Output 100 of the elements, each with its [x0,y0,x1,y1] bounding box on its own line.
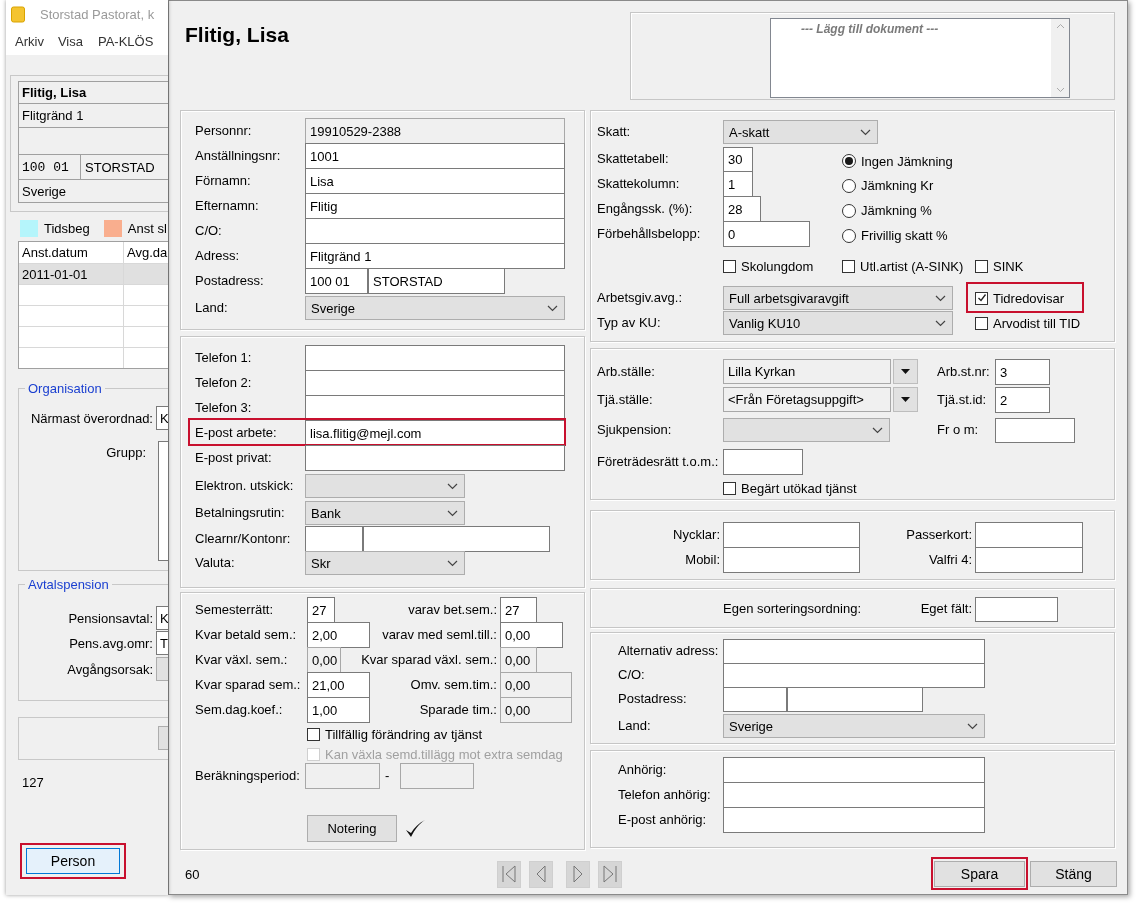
text-field[interactable] [723,547,860,573]
text-field[interactable] [787,687,923,712]
text-field[interactable]: Flitig [305,193,565,219]
text-field[interactable] [723,757,985,783]
city-cell-text: STORSTAD [84,159,155,175]
text-field[interactable]: K [156,406,168,430]
checkbox[interactable] [975,259,988,273]
radio-label[interactable]: Frivillig skatt % [861,228,948,243]
text-field[interactable] [975,522,1083,548]
next-record-button[interactable] [566,860,590,888]
text-field[interactable] [305,370,565,396]
text-field[interactable]: 2 [995,387,1050,413]
previous-record-button[interactable] [529,860,553,888]
radio-button[interactable] [842,228,856,243]
person-button[interactable]: Person [26,848,120,874]
text-field[interactable]: 1001 [305,143,565,169]
text-field[interactable] [723,782,985,808]
text-field[interactable] [723,807,985,833]
dropdown-button[interactable] [893,387,918,412]
checkbox[interactable] [723,259,736,273]
text-field[interactable] [723,449,803,475]
dropdown[interactable]: Full arbetsgivaravgift [723,286,953,310]
dropdown[interactable]: Sverige [723,714,985,738]
text-field[interactable]: lisa.flitig@mejl.com [305,420,565,446]
checkbox[interactable] [723,481,736,495]
text-field[interactable] [305,445,565,471]
radio-button[interactable] [842,154,856,168]
text-field[interactable] [995,418,1075,443]
text-field[interactable] [723,687,787,712]
text-field[interactable]: 1 [723,171,753,197]
text-field[interactable] [305,763,380,789]
text-field[interactable] [975,597,1058,622]
document-list-item[interactable]: --- Lägg till dokument --- [801,22,1051,36]
checkbox-label[interactable]: Utl.artist (A-SINK) [860,258,964,274]
dropdown[interactable]: Sverige [305,296,565,320]
dropdown[interactable]: Skr [305,551,465,575]
text-field[interactable]: T [156,631,168,655]
text-field[interactable] [400,763,474,789]
checkbox-label[interactable]: Arvodist till TID [993,315,1081,331]
radio-label[interactable]: Jämkning Kr [861,178,934,193]
text-field[interactable]: Lisa [305,168,565,194]
checkbox[interactable] [307,727,320,741]
text-field[interactable]: 2,00 [307,622,370,648]
dialog-button[interactable]: Stäng [1030,861,1117,887]
dropdown[interactable]: Vanlig KU10 [723,311,953,335]
menu-item[interactable]: Visa [57,34,83,49]
menu-item[interactable]: PA-KLÖS [97,34,154,49]
text-field[interactable]: 19910529-2388 [305,118,565,144]
text-field[interactable]: 30 [723,147,753,172]
menu-item[interactable]: Arkiv [15,34,44,49]
scrollbar[interactable] [1051,19,1069,97]
field-label: Efternamn: [195,198,259,213]
first-record-button[interactable] [497,860,521,888]
radio-label[interactable]: Ingen Jämkning [861,153,953,169]
text-field[interactable]: 0,00 [500,647,537,673]
text-field[interactable] [975,547,1083,573]
radio-button[interactable] [842,178,856,193]
checkbox-label[interactable]: SINK [993,258,1024,274]
text-field[interactable]: 0,00 [307,647,341,673]
checkbox[interactable] [975,291,988,305]
text-field[interactable] [305,218,565,244]
text-field[interactable]: 100 01 [305,268,368,294]
notes-button[interactable]: Notering [307,815,397,842]
text-field[interactable]: 1,00 [307,697,370,723]
checkbox-label[interactable]: Tillfällig förändring av tjänst [325,726,483,742]
checkbox[interactable] [975,316,988,330]
text-field[interactable]: 27 [307,597,335,623]
text-field[interactable] [723,522,860,548]
dropdown-button[interactable] [893,359,918,384]
text-field[interactable] [723,663,985,688]
checkbox-label[interactable]: Begärt utökad tjänst [741,480,857,496]
text-field[interactable]: <Från Företagsuppgift> [723,387,891,412]
text-field[interactable] [305,345,565,371]
text-field[interactable]: Flitgränd 1 [305,243,565,269]
checkbox-label[interactable]: Tidredovisar [993,290,1065,306]
text-field[interactable]: 27 [500,597,537,623]
text-field[interactable]: 0,00 [500,697,572,723]
text-field[interactable] [305,395,565,421]
document-list[interactable]: --- Lägg till dokument --- [770,18,1070,98]
text-field[interactable]: 0,00 [500,672,572,698]
text-field[interactable]: Lilla Kyrkan [723,359,891,384]
radio-button[interactable] [842,203,856,218]
text-field[interactable]: 28 [723,196,761,222]
text-field[interactable]: 3 [995,359,1050,385]
text-field[interactable]: STORSTAD [368,268,505,294]
checkbox[interactable] [842,259,855,273]
text-field[interactable]: K [156,606,168,630]
text-field[interactable] [305,526,363,552]
text-field[interactable]: 21,00 [307,672,370,698]
text-field[interactable]: 0,00 [500,622,563,648]
table-row[interactable]: 2011-01-01 [19,263,168,284]
dropdown[interactable]: Bank [305,501,465,525]
text-field[interactable] [723,639,985,664]
last-record-button[interactable] [598,860,622,888]
radio-label[interactable]: Jämkning % [861,203,932,218]
dropdown[interactable]: A-skatt [723,120,878,144]
dialog-button[interactable]: Spara [934,861,1025,887]
checkbox-label[interactable]: Skolungdom [741,258,814,274]
text-field[interactable] [363,526,550,552]
text-field[interactable]: 0 [723,221,810,247]
